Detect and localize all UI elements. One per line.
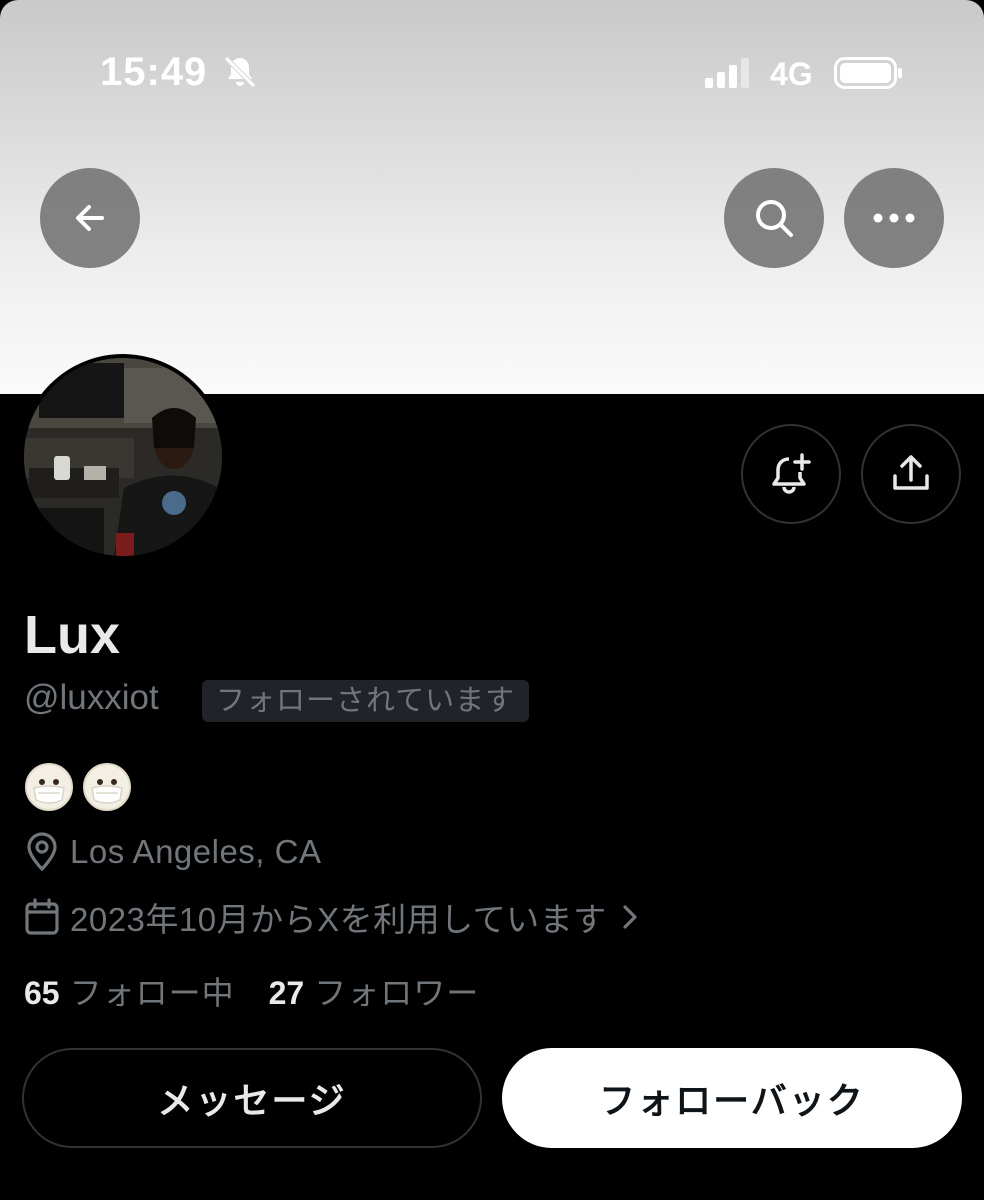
joined-date-text: 2023年10月からXを利用しています [70,901,607,938]
status-time: 15:49 [100,50,208,94]
joined-date-row[interactable]: 2023年10月からXを利用しています [24,893,639,941]
display-name: Lux [24,605,121,665]
bio [24,762,132,812]
message-button[interactable]: メッセージ [22,1048,482,1148]
search-button[interactable] [724,168,824,268]
follow-stats: 65 フォロー中 27 フォロワー [24,968,479,1014]
followers-label[interactable]: フォロワー [314,968,479,1014]
more-horizontal-icon [873,213,915,223]
bell-slash-icon [224,56,256,88]
bell-plus-icon [772,453,811,494]
share-button[interactable] [861,424,961,524]
location-text: Los Angeles, CA [70,833,322,870]
search-icon [756,200,793,237]
follows-you-badge: フォローされています [202,680,530,722]
cellular-signal-icon [705,58,749,88]
calendar-icon [25,898,59,935]
face-with-mask-emoji [25,763,73,811]
chevron-right-icon [623,905,637,929]
avatar[interactable] [20,354,226,560]
back-button[interactable] [40,168,140,268]
profile-screen: 15:49 4G Lux @luxxiot フォローされています Los Ang… [0,0,984,1200]
follow-back-button[interactable]: フォローバック [502,1048,962,1148]
user-handle: @luxxiot [24,678,159,717]
following-count[interactable]: 65 [24,975,60,1012]
more-button[interactable] [844,168,944,268]
followers-count[interactable]: 27 [269,975,305,1012]
avatar-photo [24,358,222,556]
location-pin-icon [27,832,57,872]
battery-icon [834,57,902,89]
notifications-button[interactable] [741,424,841,524]
location-row: Los Angeles, CA [24,832,322,872]
back-arrow-icon [76,205,104,231]
following-label[interactable]: フォロー中 [70,968,235,1014]
face-with-mask-emoji [83,763,131,811]
network-type: 4G [770,56,813,92]
share-icon [893,455,929,490]
